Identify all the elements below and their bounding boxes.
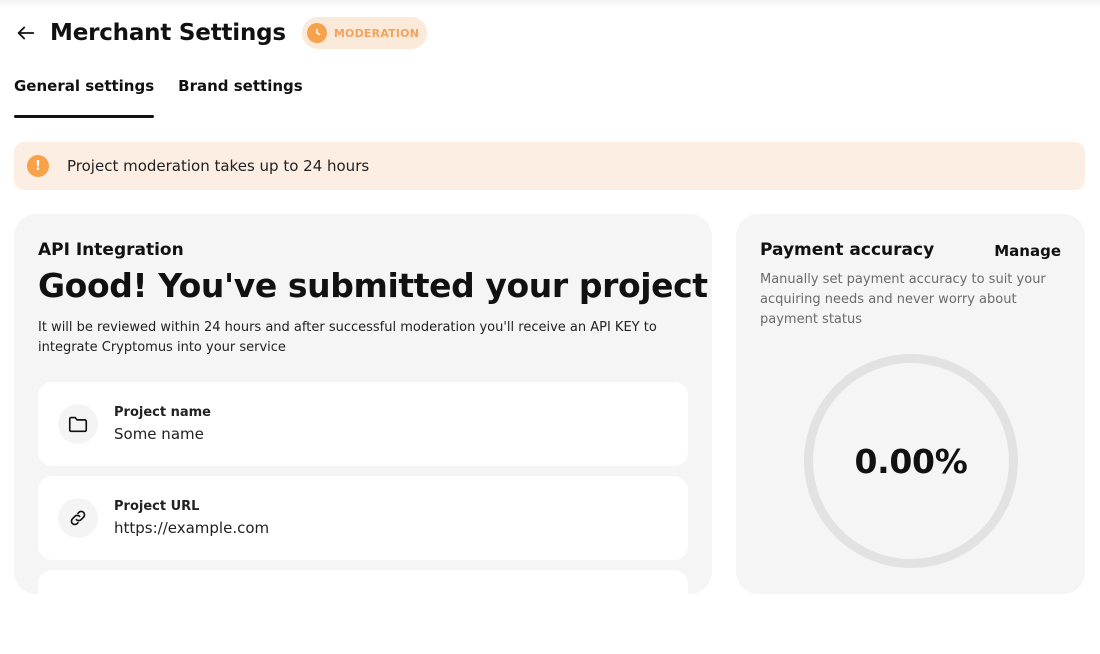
status-badge-label: MODERATION bbox=[333, 26, 420, 40]
page-title: Merchant Settings bbox=[50, 20, 286, 46]
tab-brand-settings[interactable]: Brand settings bbox=[178, 70, 303, 118]
field-body: Project name Some name bbox=[114, 405, 211, 443]
page-header: Merchant Settings MODERATION bbox=[14, 16, 428, 50]
settings-tabs: General settings Brand settings bbox=[14, 70, 303, 118]
field-body: Project URL https://example.com bbox=[114, 499, 269, 537]
accuracy-value: 0.00% bbox=[854, 441, 968, 481]
link-icon bbox=[58, 498, 98, 538]
field-label: Project name bbox=[114, 405, 211, 420]
status-badge: MODERATION bbox=[301, 17, 428, 49]
section-label: API Integration bbox=[38, 240, 184, 260]
back-button[interactable] bbox=[14, 21, 38, 45]
submission-description: It will be reviewed within 24 hours and … bbox=[38, 320, 657, 355]
payment-accuracy-card: Payment accuracy Manage Manually set pay… bbox=[736, 214, 1085, 594]
clock-icon bbox=[306, 23, 327, 43]
manage-button[interactable]: Manage bbox=[994, 242, 1061, 260]
payment-accuracy-title: Payment accuracy bbox=[760, 240, 935, 260]
field-label: Project URL bbox=[114, 499, 200, 514]
next-field[interactable] bbox=[38, 570, 688, 654]
api-integration-card: API Integration Good! You've submitted y… bbox=[14, 214, 712, 654]
folder-icon bbox=[58, 404, 98, 444]
payment-accuracy-description: Manually set payment accuracy to suit yo… bbox=[760, 272, 1046, 327]
project-url-field[interactable]: Project URL https://example.com bbox=[38, 476, 688, 560]
moderation-alert: ! Project moderation takes up to 24 hour… bbox=[14, 142, 1085, 190]
field-value: Some name bbox=[114, 425, 204, 443]
warning-icon: ! bbox=[27, 155, 49, 177]
accuracy-gauge: 0.00% bbox=[804, 354, 1018, 568]
alert-text: Project moderation takes up to 24 hours bbox=[67, 157, 370, 175]
submission-title: Good! You've submitted your project bbox=[38, 266, 708, 305]
field-value: https://example.com bbox=[114, 519, 270, 537]
arrow-left-icon bbox=[17, 26, 35, 40]
top-shadow bbox=[0, 0, 1100, 8]
project-name-field[interactable]: Project name Some name bbox=[38, 382, 688, 466]
tab-general-settings[interactable]: General settings bbox=[14, 70, 155, 118]
